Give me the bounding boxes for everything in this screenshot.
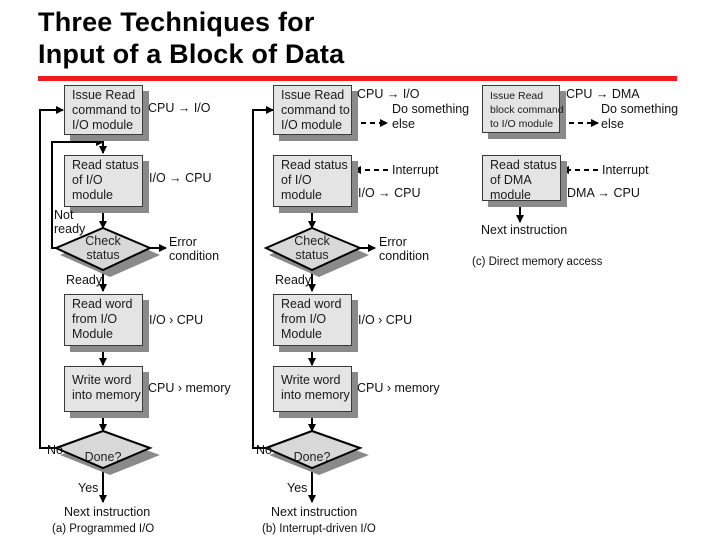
box-line: command to <box>281 103 350 117</box>
box-line: module <box>490 188 531 202</box>
diamond-line: Check <box>85 234 121 248</box>
b-interrupt-label: Interrupt <box>392 163 439 177</box>
c-do-something-label: Do something else <box>601 102 678 132</box>
c-issue-read-box: Issue Read block command to I/O module <box>482 85 564 133</box>
box-line: Read status <box>490 158 557 172</box>
box-line: Module <box>281 327 322 341</box>
label-line: condition <box>169 249 220 263</box>
b-yes-label: Yes <box>287 481 308 495</box>
box-line: Read word <box>72 297 133 311</box>
box-line: I/O module <box>72 118 134 132</box>
a-cpu-to-io-label: CPU → I/O <box>148 101 211 115</box>
a-next-instruction-label: Next instruction <box>64 505 151 519</box>
box-line: Issue Read <box>490 90 544 102</box>
a-not-ready-label: Not ready <box>54 208 85 236</box>
c-next-instruction-label: Next instruction <box>481 223 568 237</box>
label-line: else <box>601 117 624 131</box>
c-interrupt-label: Interrupt <box>602 163 649 177</box>
label-line: Error <box>379 235 407 249</box>
box-line: of I/O <box>281 173 312 187</box>
box-line: to I/O module <box>490 118 554 130</box>
a-issue-read-box: Issue Read command to I/O module <box>64 85 143 135</box>
a-cpu-to-memory-label: CPU › memory <box>148 381 231 395</box>
box-line: module <box>281 188 322 202</box>
box-line: of DMA <box>490 173 532 187</box>
a-io-to-cpu-word-label: I/O › CPU <box>149 313 204 327</box>
box-line: Issue Read <box>72 88 136 102</box>
a-no-label: No <box>47 443 63 457</box>
a-done-text: Done? <box>84 450 122 464</box>
box-line: Issue Read <box>281 88 345 102</box>
a-read-word-box: Read word from I/O Module <box>64 294 143 346</box>
b-io-to-cpu-word-label: I/O › CPU <box>358 313 413 327</box>
c-caption: (c) Direct memory access <box>472 256 603 268</box>
box-line: into memory <box>281 388 350 402</box>
b-loop-done-to-issue <box>252 106 274 449</box>
b-io-to-cpu-label: I/O → CPU <box>358 186 421 200</box>
box-line: Read status <box>72 158 139 172</box>
b-write-word-box: Write word into memory <box>273 366 352 412</box>
b-read-word-box: Read word from I/O Module <box>273 294 352 346</box>
diamond-line: Check <box>294 234 330 248</box>
box-line: of I/O <box>72 173 103 187</box>
box-line: Read status <box>281 158 348 172</box>
b-error-condition-label: Error condition <box>379 235 429 263</box>
a-error-condition-label: Error condition <box>169 235 219 263</box>
label-line: else <box>392 117 415 131</box>
b-issue-read-box: Issue Read command to I/O module <box>273 85 352 135</box>
a-io-to-cpu-label: I/O → CPU <box>149 171 212 185</box>
diamond-line: status <box>295 248 329 262</box>
b-do-something-label: Do something else <box>392 102 469 132</box>
a-yes-label: Yes <box>78 481 99 495</box>
a-write-word-box: Write word into memory <box>64 366 143 412</box>
a-check-status-text: Check status <box>73 234 133 262</box>
b-check-status-text: Check status <box>282 234 342 262</box>
b-caption: (b) Interrupt-driven I/O <box>262 523 376 535</box>
c-read-status-box: Read status of DMA module <box>482 155 561 202</box>
box-line: Write word <box>281 373 341 387</box>
label-line: Error <box>169 235 197 249</box>
b-no-label: No <box>256 443 272 457</box>
box-line: into memory <box>72 388 141 402</box>
box-line: from I/O <box>72 312 118 326</box>
a-ready-label: Ready <box>66 273 103 287</box>
a-read-status-box: Read status of I/O module <box>64 155 143 207</box>
c-cpu-to-dma-label: CPU → DMA <box>566 87 640 101</box>
b-next-instruction-label: Next instruction <box>271 505 358 519</box>
box-line: from I/O <box>281 312 327 326</box>
box-line: block command <box>490 104 564 116</box>
diamond-line: status <box>86 248 120 262</box>
b-cpu-to-io-label: CPU → I/O <box>357 87 420 101</box>
box-line: module <box>72 188 113 202</box>
b-read-status-box: Read status of I/O module <box>273 155 352 207</box>
box-line: command to <box>72 103 141 117</box>
b-cpu-to-memory-label: CPU › memory <box>357 381 440 395</box>
label-line: Do something <box>392 102 470 116</box>
c-dma-to-cpu-label: DMA → CPU <box>567 186 640 200</box>
b-done-text: Done? <box>293 450 331 464</box>
label-line: Do something <box>601 102 679 116</box>
b-ready-label: Ready <box>275 273 312 287</box>
label-line: condition <box>379 249 430 263</box>
box-line: Read word <box>281 297 342 311</box>
box-line: Module <box>72 327 113 341</box>
a-caption: (a) Programmed I/O <box>52 523 155 535</box>
box-line: Write word <box>72 373 132 387</box>
box-line: I/O module <box>281 118 343 132</box>
label-line: Not <box>54 208 74 222</box>
